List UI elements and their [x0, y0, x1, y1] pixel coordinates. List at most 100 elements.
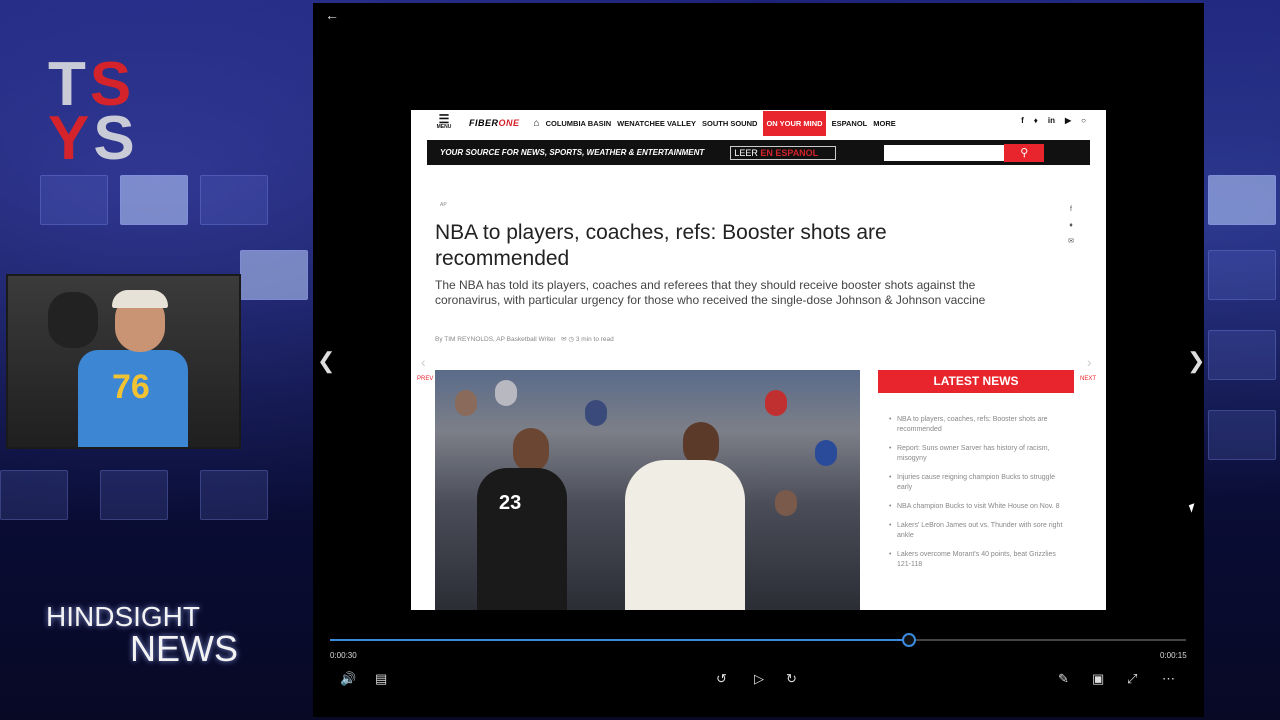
article-source: AP	[440, 202, 447, 208]
video-wall-tile	[120, 175, 188, 225]
nav-item: SOUTH SOUND	[702, 118, 758, 128]
facebook-icon: f	[1021, 116, 1024, 125]
video-wall-tile	[1208, 175, 1276, 225]
article-screenshot: ☰ MENU FIBERONE ⌂ COLUMBIA BASIN WENATCHE…	[411, 110, 1106, 610]
play-icon[interactable]: ▷	[754, 671, 764, 687]
coach	[625, 460, 745, 610]
previous-item-icon[interactable]: ❮	[317, 348, 335, 374]
nav-item: ON YOUR MIND	[763, 110, 826, 136]
spanish-link-text: EN ESPANOL	[760, 147, 819, 158]
seek-bar[interactable]	[330, 639, 1186, 641]
comment-icon: ✉	[561, 336, 567, 343]
site-logo: FIBERONE	[469, 118, 520, 128]
site-search-icon: ⚲	[1004, 143, 1045, 162]
crowd-figure	[765, 390, 787, 416]
subtitles-icon[interactable]: ▤	[375, 671, 387, 687]
seek-handle[interactable]	[901, 633, 916, 647]
list-item: NBA champion Bucks to visit White House …	[889, 502, 1069, 512]
read-time: 3 min to read	[575, 336, 614, 343]
article-photo: 23	[435, 370, 860, 610]
brand-text: FIBER	[469, 118, 499, 128]
tagline-bar: YOUR SOURCE FOR NEWS, SPORTS, WEATHER & …	[427, 140, 1090, 165]
next-item-icon[interactable]: ❯	[1187, 348, 1205, 374]
latest-news-heading: LATEST NEWS	[878, 370, 1074, 393]
nav-item: WENATCHEE VALLEY	[617, 118, 697, 128]
twitter-icon: ♦	[1069, 222, 1073, 229]
microphone	[48, 292, 98, 348]
share-icons: f ♦ ✉	[1066, 202, 1076, 250]
chevron-right-icon: ›	[1087, 354, 1092, 370]
referee: 23	[477, 468, 567, 610]
logo-letter: S	[93, 104, 139, 173]
twitter-icon: ♦	[1033, 116, 1038, 125]
home-icon: ⌂	[533, 117, 540, 129]
show-title-word: NEWS	[130, 628, 238, 669]
list-item: Lakers' LeBron James out vs. Thunder wit…	[889, 521, 1069, 541]
article-title: NBA to players, coaches, refs: Booster s…	[435, 221, 887, 270]
article-byline: By TIM REYNOLDS, AP Basketball Writer	[435, 336, 556, 343]
list-item: Report: Suns owner Sarver has history of…	[889, 444, 1069, 464]
site-nav-bar: ☰ MENU FIBERONE ⌂ COLUMBIA BASIN WENATCHE…	[411, 110, 1106, 136]
article-meta: By TIM REYNOLDS, AP Basketball Writer ✉ …	[435, 335, 614, 343]
youtube-icon: ▶	[1065, 116, 1072, 125]
channel-logo: TS YS	[48, 54, 139, 170]
edit-pencil-icon[interactable]: ✎	[1058, 671, 1069, 687]
facebook-icon: f	[1070, 206, 1072, 213]
host-shirt: 76	[78, 350, 188, 447]
host-webcam: 76	[6, 274, 241, 449]
skip-back-10-icon[interactable]: ↺	[716, 671, 727, 687]
skip-forward-30-icon[interactable]: ↻	[786, 671, 797, 687]
time-remaining: 0:00:15	[1160, 651, 1187, 660]
crowd-figure	[455, 390, 477, 416]
article-summary: The NBA has told its players, coaches an…	[435, 278, 986, 307]
prev-label: PREV	[417, 376, 434, 382]
video-wall-tile	[200, 470, 268, 520]
brand-text: ONE	[498, 118, 520, 128]
referee-number: 23	[499, 492, 522, 514]
site-search-field	[884, 144, 1005, 161]
show-title: HINDSIGHT NEWS	[46, 602, 238, 669]
logo-letter: Y	[48, 104, 94, 173]
list-item: Injuries cause reigning champion Bucks t…	[889, 473, 1069, 493]
crowd-figure	[495, 380, 517, 406]
video-wall-tile	[1208, 410, 1276, 460]
video-wall-tile	[1208, 250, 1276, 300]
chevron-left-icon: ‹	[421, 354, 426, 370]
video-wall-tile	[1208, 330, 1276, 380]
nav-item: COLUMBIA BASIN	[545, 118, 612, 128]
video-wall-tile	[200, 175, 268, 225]
clock-icon: ◷	[568, 336, 575, 343]
video-wall-tile	[100, 470, 168, 520]
menu-icon: ☰ MENU	[433, 113, 455, 131]
video-player[interactable]: ← ❮ ❯ ☰ MENU FIBERONE ⌂ COLUMBIA BASIN WE…	[313, 3, 1205, 717]
referee-head	[513, 428, 549, 472]
nav-item: ESPANOL	[831, 118, 868, 128]
spanish-link: LEER EN ESPANOL	[730, 145, 837, 160]
crowd-figure	[585, 400, 607, 426]
back-arrow-icon[interactable]: ←	[325, 7, 339, 23]
volume-icon[interactable]: 🔊	[340, 671, 356, 687]
nav-item: MORE	[873, 118, 896, 128]
latest-news-list: NBA to players, coaches, refs: Booster s…	[889, 415, 1069, 579]
mini-view-icon[interactable]: ▣	[1092, 671, 1104, 687]
site-tagline: YOUR SOURCE FOR NEWS, SPORTS, WEATHER & …	[440, 148, 705, 157]
exit-fullscreen-icon[interactable]: ⤢	[1127, 671, 1137, 687]
crowd-figure	[775, 490, 797, 516]
video-wall-tile	[0, 470, 68, 520]
more-options-icon[interactable]: ⋯	[1162, 671, 1175, 687]
crowd-figure	[815, 440, 837, 466]
menu-label: MENU	[436, 124, 452, 130]
shirt-number: 76	[112, 368, 150, 406]
video-wall-tile	[240, 250, 308, 300]
next-label: NEXT	[1080, 376, 1097, 382]
list-item: Lakers overcome Morant's 40 points, beat…	[889, 550, 1069, 570]
linkedin-icon: in	[1047, 116, 1055, 125]
spanish-link-text: LEER	[734, 147, 758, 158]
instagram-icon: ○	[1081, 116, 1086, 125]
time-elapsed: 0:00:30	[330, 651, 357, 660]
video-wall-tile	[40, 175, 108, 225]
host-cap	[112, 290, 168, 308]
email-icon: ✉	[1068, 238, 1074, 245]
list-item: NBA to players, coaches, refs: Booster s…	[889, 415, 1069, 435]
social-links: f ♦ in ▶ ○	[1021, 116, 1086, 125]
